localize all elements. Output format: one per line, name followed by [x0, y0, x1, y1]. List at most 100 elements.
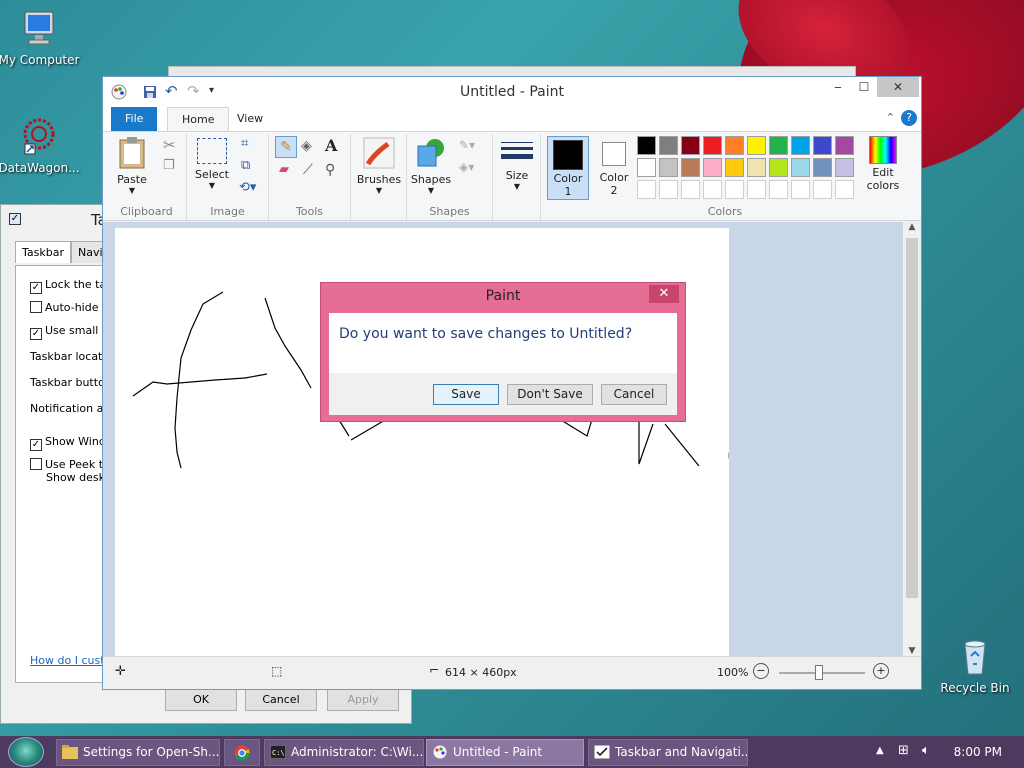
clipboard-icon — [119, 137, 145, 169]
magnifier-icon[interactable]: ⚲ — [325, 162, 335, 178]
paste-button[interactable]: Paste ▼ — [113, 136, 151, 195]
checkbox-show-windows[interactable]: ✓ Show Windo — [30, 435, 113, 451]
palette-swatch[interactable] — [769, 136, 788, 155]
checkbox-lock-taskbar[interactable]: ✓ Lock the tas — [30, 278, 112, 294]
help-link[interactable]: How do I custo — [30, 654, 111, 667]
palette-swatch[interactable] — [659, 158, 678, 177]
vertical-scrollbar[interactable]: ▲ ▼ — [903, 222, 921, 656]
clock[interactable]: 8:00 PM — [954, 745, 1002, 759]
checkbox-checked[interactable]: ✓ — [30, 439, 42, 451]
collapse-ribbon-icon[interactable]: ⌃ — [886, 111, 895, 124]
maximize-button[interactable]: ☐ — [851, 77, 877, 97]
palette-swatch[interactable] — [791, 180, 810, 199]
palette-swatch[interactable] — [703, 158, 722, 177]
help-icon[interactable]: ? — [901, 110, 917, 126]
tab-file[interactable]: File — [111, 107, 158, 131]
cut-icon[interactable]: ✂ — [163, 136, 176, 154]
scroll-up-icon[interactable]: ▲ — [903, 222, 921, 232]
checkbox-checked[interactable]: ✓ — [30, 282, 42, 294]
palette-swatch[interactable] — [835, 158, 854, 177]
fill-style-icon[interactable]: ◈▾ — [459, 160, 474, 174]
scrollbar-thumb[interactable] — [906, 238, 918, 598]
checkbox-unchecked[interactable] — [30, 458, 42, 470]
brushes-button[interactable]: Brushes ▼ — [353, 136, 405, 195]
start-button[interactable] — [8, 737, 44, 767]
color-picker-icon[interactable]: ⟋ — [303, 162, 313, 178]
checkbox-use-peek[interactable]: Use Peek to — [30, 458, 110, 471]
zoom-slider-thumb[interactable] — [815, 665, 823, 680]
select-button[interactable]: Select ▼ — [195, 138, 229, 190]
edit-colors-button[interactable]: Edit colors — [861, 136, 905, 192]
outline-icon[interactable]: ✎▾ — [459, 138, 475, 152]
palette-swatch[interactable] — [681, 158, 700, 177]
palette-swatch[interactable] — [725, 180, 744, 199]
desktop-icon-my-computer[interactable]: My Computer — [0, 8, 84, 67]
palette-swatch[interactable] — [813, 180, 832, 199]
palette-swatch[interactable] — [769, 180, 788, 199]
taskbar-item-chrome[interactable] — [224, 739, 260, 766]
cancel-button[interactable]: Cancel — [245, 689, 317, 711]
fill-icon[interactable]: ◈ — [301, 138, 312, 154]
palette-swatch[interactable] — [703, 180, 722, 199]
pencil-icon[interactable]: ✎ — [275, 136, 297, 158]
palette-swatch[interactable] — [703, 136, 722, 155]
taskbar-item-open-shell-settings[interactable]: Settings for Open-Sh... — [56, 739, 220, 766]
checkbox-unchecked[interactable] — [30, 301, 42, 313]
palette-swatch[interactable] — [791, 158, 810, 177]
minimize-button[interactable]: ‒ — [825, 77, 851, 97]
checkbox-checked[interactable]: ✓ — [30, 328, 42, 340]
palette-swatch[interactable] — [637, 180, 656, 199]
rotate-icon[interactable]: ⟲▾ — [239, 180, 256, 195]
desktop-icon-recycle-bin[interactable]: Recycle Bin — [930, 636, 1020, 695]
palette-swatch[interactable] — [659, 136, 678, 155]
palette-swatch[interactable] — [791, 136, 810, 155]
zoom-in-button[interactable]: + — [873, 663, 889, 679]
eraser-icon[interactable]: ▰ — [279, 162, 289, 177]
palette-swatch[interactable] — [747, 136, 766, 155]
shapes-button[interactable]: Shapes ▼ — [409, 136, 453, 195]
color2-button[interactable]: Color 2 — [593, 136, 635, 197]
close-button[interactable]: ✕ — [877, 77, 919, 97]
show-hidden-icons-icon[interactable]: ▲ — [876, 745, 884, 756]
taskbar-item-taskbar-navigation[interactable]: Taskbar and Navigati... — [588, 739, 748, 766]
cancel-button[interactable]: Cancel — [601, 384, 667, 405]
palette-swatch[interactable] — [747, 158, 766, 177]
palette-swatch[interactable] — [813, 136, 832, 155]
color1-button[interactable]: Color 1 — [547, 136, 589, 200]
palette-swatch[interactable] — [813, 158, 832, 177]
dont-save-button[interactable]: Don't Save — [507, 384, 593, 405]
tab-home[interactable]: Home — [167, 107, 230, 131]
save-button[interactable]: Save — [433, 384, 499, 405]
volume-icon[interactable]: 🔈︎ — [922, 743, 930, 758]
palette-swatch[interactable] — [681, 136, 700, 155]
palette-swatch[interactable] — [769, 158, 788, 177]
paint-titlebar: ↶ ↷ ▾ Untitled - Paint ‒ ☐ ✕ — [103, 77, 921, 107]
checkbox-auto-hide[interactable]: Auto-hide th — [30, 301, 113, 314]
palette-swatch[interactable] — [835, 136, 854, 155]
palette-swatch[interactable] — [659, 180, 678, 199]
text-icon[interactable]: A — [325, 136, 337, 155]
checkbox-small-icons[interactable]: ✓ Use small ta — [30, 324, 113, 340]
palette-swatch[interactable] — [835, 180, 854, 199]
tab-view[interactable]: View — [223, 107, 277, 131]
copy-icon[interactable]: ❐ — [163, 158, 175, 173]
apply-button[interactable]: Apply — [327, 689, 399, 711]
desktop-icon-datawagon[interactable]: DataWagon... — [0, 116, 84, 175]
palette-swatch[interactable] — [725, 136, 744, 155]
palette-swatch[interactable] — [637, 158, 656, 177]
ok-button[interactable]: OK — [165, 689, 237, 711]
zoom-out-button[interactable]: − — [753, 663, 769, 679]
palette-swatch[interactable] — [747, 180, 766, 199]
dialog-close-button[interactable]: ✕ — [649, 285, 679, 303]
palette-swatch[interactable] — [725, 158, 744, 177]
size-button[interactable]: Size ▼ — [497, 138, 537, 191]
palette-swatch[interactable] — [681, 180, 700, 199]
taskbar-item-paint[interactable]: Untitled - Paint — [426, 739, 584, 766]
tab-taskbar[interactable]: Taskbar — [15, 241, 71, 263]
taskbar-item-command-prompt[interactable]: C:\ Administrator: C:\Wi... — [264, 739, 424, 766]
crop-icon[interactable]: ⌗ — [241, 136, 248, 151]
resize-icon[interactable]: ⧉ — [241, 158, 250, 173]
palette-swatch[interactable] — [637, 136, 656, 155]
network-icon[interactable]: ⊞ — [898, 743, 909, 758]
scroll-down-icon[interactable]: ▼ — [903, 646, 921, 656]
